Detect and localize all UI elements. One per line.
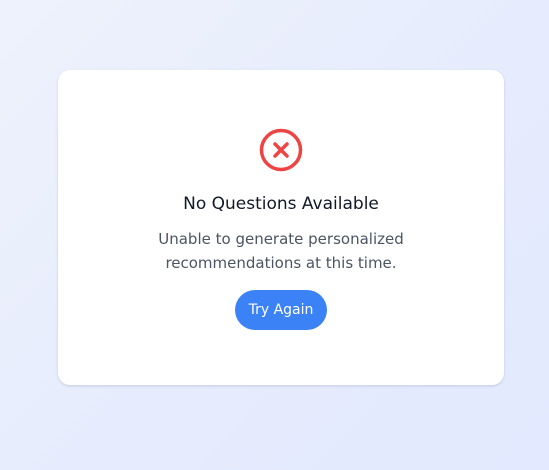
- try-again-button[interactable]: Try Again: [235, 290, 327, 330]
- empty-state-message: Unable to generate personalized recommen…: [131, 227, 431, 275]
- empty-state-message-line: recommendations at this time.: [165, 254, 397, 272]
- empty-state-message-line: Unable to generate personalized: [158, 230, 404, 248]
- empty-state-title: No Questions Available: [183, 194, 379, 214]
- empty-state-card: No Questions Available Unable to generat…: [58, 70, 504, 385]
- x-circle-icon: [259, 128, 303, 172]
